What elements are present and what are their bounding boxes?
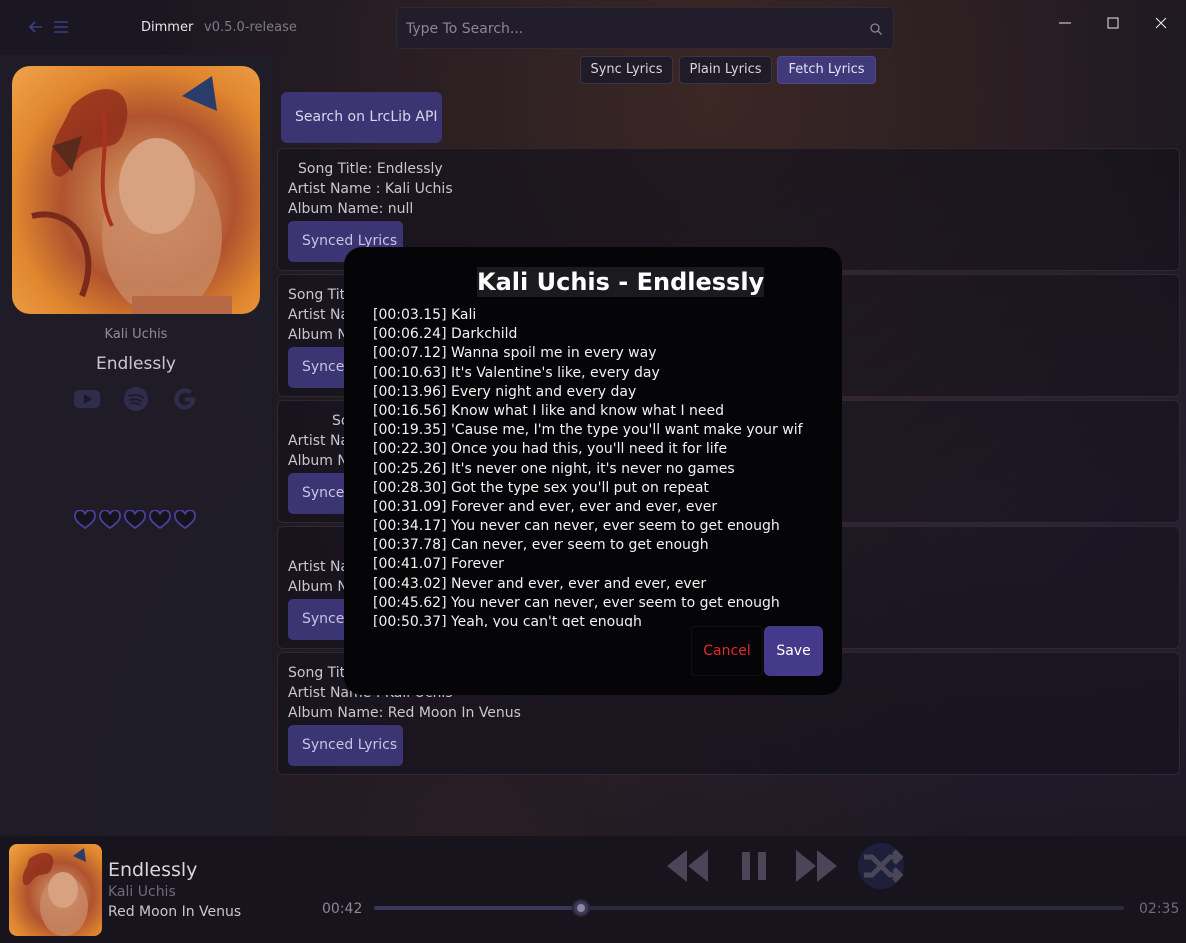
heart-icon[interactable] (149, 509, 171, 530)
lyric-line: [00:50.37] Yeah, you can't get enough (373, 614, 642, 627)
result-artist-name: Artist Na (288, 559, 349, 575)
lyric-line: [00:28.30] Got the type sex you'll put o… (373, 479, 709, 496)
minimize-icon[interactable] (1056, 14, 1074, 32)
search-input[interactable] (406, 18, 846, 40)
lyric-line: [00:41.07] Forever (373, 556, 504, 573)
result-song-title: Song Titl (288, 665, 350, 681)
search-lrclib-button[interactable]: Search on LrcLib API (281, 92, 442, 143)
result-album-name: Album Name: Red Moon In Venus (288, 705, 521, 721)
album-art (12, 66, 260, 314)
progress-fill (374, 906, 581, 910)
lyric-line: [00:34.17] You never can never, ever see… (373, 518, 780, 535)
save-button[interactable]: Save (764, 626, 823, 676)
progress-thumb[interactable] (572, 899, 590, 917)
search-box (396, 7, 894, 49)
lyric-line: [00:10.63] It's Valentine's like, every … (373, 364, 660, 381)
dialog-title: Kali Uchis - Endlessly (477, 267, 765, 297)
lyric-line: [00:31.09] Forever and ever, ever and ev… (373, 498, 718, 515)
google-icon[interactable] (171, 385, 199, 413)
player-bar: Endlessly Kali Uchis Red Moon In Venus 0… (0, 836, 1186, 943)
heart-icon[interactable] (99, 509, 121, 530)
shuffle-icon[interactable] (858, 843, 904, 889)
tab-sync-lyrics[interactable]: Sync Lyrics (580, 56, 673, 84)
heart-icon[interactable] (174, 509, 196, 530)
lyric-line: [00:19.35] 'Cause me, I'm the type you'l… (373, 422, 803, 439)
title-bar: Dimmer v0.5.0-release (0, 0, 1186, 55)
lyric-line: [00:37.78] Can never, ever seem to get e… (373, 537, 709, 554)
player-album-name: Red Moon In Venus (108, 904, 242, 920)
youtube-icon[interactable] (73, 385, 101, 413)
tab-plain-lyrics[interactable]: Plain Lyrics (679, 56, 772, 84)
heart-icon[interactable] (74, 509, 96, 530)
now-playing-panel: Kali Uchis Endlessly (0, 55, 272, 835)
lyric-line: [00:16.56] Know what I like and know wha… (373, 402, 725, 419)
result-album-name: Album N (288, 579, 348, 595)
heart-icon[interactable] (124, 509, 146, 530)
player-artist-name: Kali Uchis (108, 884, 176, 900)
maximize-icon[interactable] (1104, 14, 1122, 32)
lyric-line: [00:45.62] You never can never, ever see… (373, 594, 780, 611)
result-artist-name: Artist Name : Kali Uchis (288, 181, 453, 197)
lyric-line: [00:43.02] Never and ever, ever and ever… (373, 575, 707, 592)
result-song-title: Song Title: Endlessly (298, 161, 443, 177)
result-song-title: Song Titl (288, 287, 350, 303)
player-album-art[interactable] (9, 844, 102, 936)
progress-bar[interactable] (374, 899, 1124, 917)
lyric-line: [00:03.15] Kali (373, 307, 477, 323)
pause-icon[interactable] (738, 846, 770, 886)
lyric-line: [00:13.96] Every night and every day (373, 383, 637, 400)
current-time: 00:42 (322, 901, 363, 917)
hamburger-menu-icon[interactable] (53, 19, 69, 35)
previous-icon[interactable] (664, 846, 710, 886)
result-artist-name: Artist Na (288, 433, 349, 449)
total-time: 02:35 (1139, 901, 1180, 917)
lyric-line: [00:06.24] Darkchild (373, 326, 518, 343)
lyrics-list[interactable]: [00:03.15] Kali [00:06.24] Darkchild [00:0… (373, 306, 803, 627)
search-icon[interactable] (869, 21, 883, 35)
lyric-line: [00:22.30] Once you had this, you'll nee… (373, 441, 728, 458)
player-song-title: Endlessly (108, 859, 198, 881)
synced-lyrics-button[interactable]: Synced Lyrics (288, 725, 403, 766)
lyric-line: [00:07.12] Wanna spoil me in every way (373, 345, 657, 362)
spotify-icon[interactable] (122, 385, 150, 413)
tab-fetch-lyrics[interactable]: Fetch Lyrics (777, 56, 876, 84)
lyric-line: [00:25.26] It's never one night, it's ne… (373, 460, 735, 477)
back-arrow-icon[interactable] (28, 19, 44, 35)
app-name: Dimmer (141, 20, 194, 35)
song-title: Endlessly (96, 354, 176, 374)
result-artist-name: Artist Na (288, 307, 349, 323)
rating-hearts (74, 509, 196, 530)
next-icon[interactable] (794, 846, 840, 886)
cancel-button[interactable]: Cancel (691, 626, 763, 676)
artist-name: Kali Uchis (104, 327, 168, 342)
app-version: v0.5.0-release (204, 20, 297, 35)
lyrics-preview-dialog: Kali Uchis - Endlessly [00:03.15] Kali [0… (344, 247, 842, 695)
result-album-name: Album Name: null (288, 201, 414, 217)
close-icon[interactable] (1152, 14, 1170, 32)
